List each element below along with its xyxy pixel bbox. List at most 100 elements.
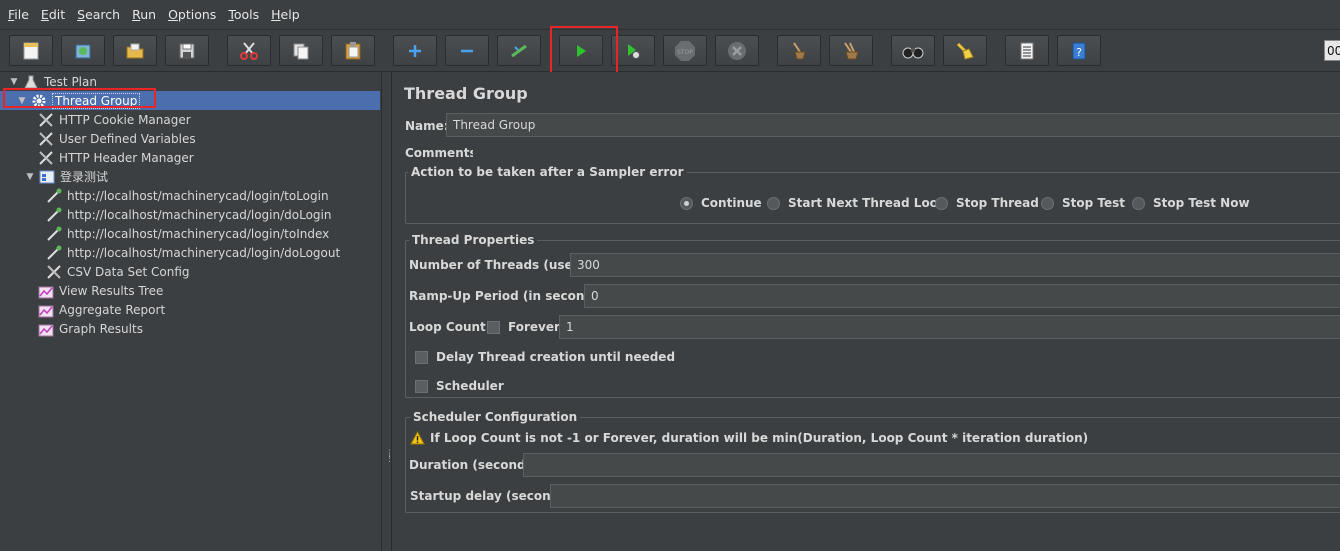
tree-node-sampler[interactable]: http://localhost/machinerycad/login/doLo… [45, 243, 340, 262]
checkbox-icon [487, 320, 500, 334]
gear-icon [30, 92, 47, 109]
loop-count-label: Loop Count: [409, 320, 491, 334]
name-label: Name: [405, 119, 449, 133]
clear-icon [793, 41, 806, 59]
delay-thread-creation-checkbox[interactable]: Delay Thread creation until needed [415, 350, 675, 364]
new-icon [23, 42, 39, 59]
menu-options[interactable]: Options [168, 7, 216, 22]
warning-icon [410, 431, 425, 445]
startup-delay-input[interactable] [550, 484, 1340, 508]
tree-node-graph-results[interactable]: Graph Results [37, 319, 143, 338]
tree-node-results-tree[interactable]: View Results Tree [37, 281, 163, 300]
cut-button[interactable] [227, 35, 271, 66]
radio-stop-thread[interactable]: Stop Thread [935, 196, 1039, 210]
menu-edit[interactable]: Edit [41, 7, 65, 22]
panel-title: Thread Group [404, 84, 528, 103]
checkbox-icon [415, 350, 428, 364]
search-button[interactable] [891, 35, 935, 66]
save-icon [179, 43, 195, 58]
tree-node-header-manager[interactable]: HTTP Header Manager [37, 148, 194, 167]
clear-all-button[interactable] [829, 35, 873, 66]
loop-count-input[interactable]: 1 [559, 315, 1340, 339]
start-no-pauses-button[interactable] [611, 35, 655, 66]
search-icon [902, 47, 924, 58]
help-button[interactable]: ? [1057, 35, 1101, 66]
wrench-icon [37, 130, 54, 147]
tree-node-aggregate-report[interactable]: Aggregate Report [37, 300, 165, 319]
scheduler-checkbox[interactable]: Scheduler [415, 379, 504, 393]
comments-input[interactable] [473, 140, 1340, 160]
pipette-icon [45, 244, 62, 261]
start-button[interactable] [559, 35, 603, 66]
stop-button[interactable]: STOP [663, 35, 707, 66]
save-button[interactable] [165, 35, 209, 66]
paste-button[interactable] [331, 35, 375, 66]
expand-arrow-icon[interactable]: ▼ [16, 96, 28, 106]
svg-text:STOP: STOP [677, 49, 693, 56]
jmeter-window: File Edit Search Run Options Tools Help [0, 0, 1340, 551]
radio-stop-test[interactable]: Stop Test [1041, 196, 1125, 210]
wrench-icon [37, 111, 54, 128]
threads-input[interactable]: 300 [570, 253, 1340, 277]
menu-bar: File Edit Search Run Options Tools Help [0, 0, 1340, 30]
menu-search[interactable]: Search [77, 7, 120, 22]
svg-text:?: ? [1076, 46, 1082, 59]
radio-start-next-thread-loop[interactable]: Start Next Thread Loop [767, 196, 947, 210]
function-helper-button[interactable] [1005, 35, 1049, 66]
rampup-label: Ramp-Up Period (in seconds): [409, 289, 611, 303]
tree-node-controller[interactable]: ▼ 登录测试 [24, 167, 108, 186]
toggle-button[interactable] [497, 35, 541, 66]
shutdown-button[interactable] [715, 35, 759, 66]
split-pane-divider[interactable]: ⋮ ⋮ [383, 72, 394, 551]
forever-checkbox[interactable]: Forever [487, 320, 560, 334]
expand-arrow-icon[interactable]: ▼ [24, 172, 36, 182]
tree-node-thread-group[interactable]: ▼ Thread Group [0, 91, 380, 110]
copy-button[interactable] [279, 35, 323, 66]
tree-node-user-vars[interactable]: User Defined Variables [37, 129, 196, 148]
expand-arrow-icon[interactable]: ▼ [8, 77, 20, 87]
open-button[interactable] [113, 35, 157, 66]
name-input[interactable]: Thread Group [446, 113, 1340, 137]
sampler-error-action-title: Action to be taken after a Sampler error [408, 165, 687, 179]
clear-all-icon [844, 41, 859, 59]
clear-button[interactable] [777, 35, 821, 66]
expand-all-button[interactable] [393, 35, 437, 66]
tree-node-test-plan[interactable]: ▼ Test Plan [8, 72, 97, 91]
loop-duration-warning: If Loop Count is not -1 or Forever, dura… [410, 431, 1088, 445]
tree-node-sampler[interactable]: http://localhost/machinerycad/login/toLo… [45, 186, 329, 205]
templates-button[interactable] [61, 35, 105, 66]
threads-label: Number of Threads (users): [409, 258, 597, 272]
pipette-icon [45, 187, 62, 204]
radio-stop-test-now[interactable]: Stop Test Now [1132, 196, 1250, 210]
test-plan-tree: ▼ Test Plan ▼ Thread Group HTTP Cookie M… [0, 72, 382, 551]
tree-node-csv-config[interactable]: CSV Data Set Config [45, 262, 190, 281]
rampup-input[interactable]: 0 [584, 284, 1340, 308]
menu-file[interactable]: File [8, 7, 29, 22]
graph-listener-icon [37, 320, 54, 337]
controller-icon [38, 168, 55, 185]
wrench-icon [37, 149, 54, 166]
tree-node-sampler[interactable]: http://localhost/machinerycad/login/toIn… [45, 224, 329, 243]
cut-icon [240, 41, 258, 60]
wrench-icon [45, 263, 62, 280]
graph-listener-icon [37, 301, 54, 318]
shutdown-icon [728, 41, 746, 60]
scheduler-config-title: Scheduler Configuration [410, 410, 581, 424]
function-helper-icon [1020, 42, 1034, 59]
duration-input[interactable] [523, 453, 1340, 477]
menu-help[interactable]: Help [271, 7, 300, 22]
tree-node-sampler[interactable]: http://localhost/machinerycad/login/doLo… [45, 205, 332, 224]
duration-label: Duration (seconds) [409, 458, 539, 472]
radio-icon [1132, 196, 1145, 210]
comments-label: Comments: [405, 146, 482, 160]
menu-run[interactable]: Run [132, 7, 156, 22]
help-icon: ? [1072, 42, 1086, 59]
new-button[interactable] [9, 35, 53, 66]
collapse-all-button[interactable] [445, 35, 489, 66]
radio-continue[interactable]: Continue [680, 196, 762, 210]
tree-node-cookie-manager[interactable]: HTTP Cookie Manager [37, 110, 191, 129]
reset-search-button[interactable] [943, 35, 987, 66]
menu-tools[interactable]: Tools [228, 7, 259, 22]
stop-icon: STOP [675, 40, 695, 61]
expand-icon [409, 44, 421, 57]
